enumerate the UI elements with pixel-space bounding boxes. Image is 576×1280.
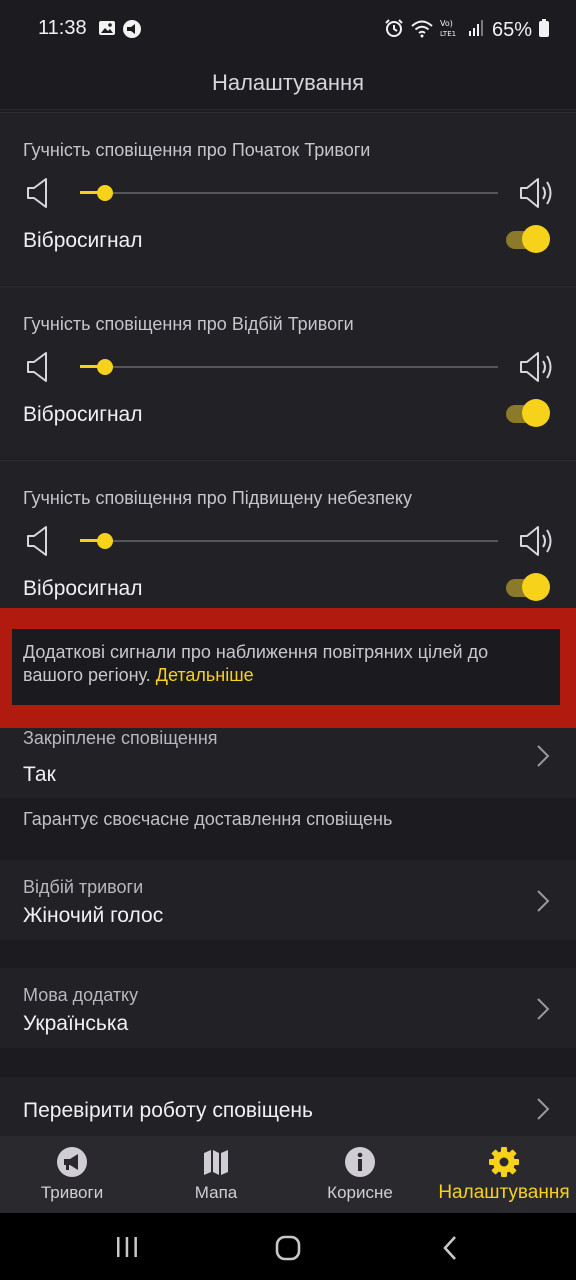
gear-icon bbox=[488, 1146, 520, 1178]
svg-text:LTE1: LTE1 bbox=[440, 30, 456, 38]
nav-alerts[interactable]: Тривоги bbox=[0, 1136, 144, 1213]
vibration-label: Вібросигнал bbox=[23, 229, 143, 252]
recent-apps-button[interactable] bbox=[114, 1235, 140, 1264]
pinned-notification-row[interactable]: Закріплене сповіщення Так bbox=[0, 728, 576, 798]
volume-slider[interactable] bbox=[80, 359, 498, 375]
chevron-right-icon bbox=[536, 889, 550, 918]
vibration-label: Вібросигнал bbox=[23, 577, 143, 600]
status-time: 11:38 bbox=[38, 17, 87, 39]
volume-slider[interactable] bbox=[80, 185, 498, 201]
battery-percent: 65% bbox=[492, 19, 533, 41]
vibration-toggle[interactable] bbox=[506, 225, 550, 253]
all-clear-volume-section: Гучність сповіщення про Відбій Тривоги В… bbox=[0, 286, 576, 459]
nav-label: Тривоги bbox=[40, 1183, 104, 1202]
megaphone-notification-icon bbox=[122, 19, 142, 44]
details-link[interactable]: Детальніше bbox=[156, 665, 254, 685]
page-title: Налаштування bbox=[211, 70, 365, 95]
volume-low-icon bbox=[26, 177, 50, 214]
row-value: Українська bbox=[23, 1012, 129, 1035]
volume-slider[interactable] bbox=[80, 533, 498, 549]
vibration-label: Вібросигнал bbox=[23, 403, 143, 426]
banner-message: Додаткові сигнали про наближення повітря… bbox=[23, 642, 489, 685]
volume-high-icon bbox=[519, 176, 555, 215]
toggle-knob bbox=[522, 573, 550, 601]
alarm-icon bbox=[384, 18, 404, 43]
row-value: Так bbox=[23, 763, 56, 786]
banner-text: Додаткові сигнали про наближення повітря… bbox=[23, 641, 553, 687]
row-label: Перевірити роботу сповіщень bbox=[23, 1099, 313, 1122]
test-notifications-row[interactable]: Перевірити роботу сповіщень bbox=[0, 1077, 576, 1136]
volume-low-icon bbox=[26, 525, 50, 562]
bottom-nav: Тривоги Мапа Корисне Налаштування bbox=[0, 1136, 576, 1213]
volume-high-icon bbox=[519, 350, 555, 389]
battery-icon bbox=[538, 18, 550, 43]
section-title: Гучність сповіщення про Підвищену небезп… bbox=[23, 488, 412, 508]
info-banner: Додаткові сигнали про наближення повітря… bbox=[12, 629, 560, 705]
home-button[interactable] bbox=[274, 1234, 302, 1267]
map-icon bbox=[200, 1146, 232, 1178]
toggle-knob bbox=[522, 399, 550, 427]
volume-low-icon bbox=[26, 351, 50, 388]
wifi-icon bbox=[410, 18, 434, 43]
app-header: Налаштування bbox=[0, 58, 576, 110]
all-clear-voice-row[interactable]: Відбій тривоги Жіночий голос bbox=[0, 860, 576, 940]
volume-high-icon bbox=[519, 524, 555, 563]
back-button[interactable] bbox=[440, 1234, 460, 1267]
chevron-right-icon bbox=[536, 1097, 550, 1126]
system-navigation-bar bbox=[0, 1213, 576, 1280]
vibration-toggle[interactable] bbox=[506, 573, 550, 601]
highlight-frame: Додаткові сигнали про наближення повітря… bbox=[0, 608, 576, 728]
nav-useful[interactable]: Корисне bbox=[288, 1136, 432, 1213]
gallery-icon bbox=[98, 19, 116, 44]
danger-volume-section: Гучність сповіщення про Підвищену небезп… bbox=[0, 460, 576, 608]
chevron-right-icon bbox=[536, 997, 550, 1026]
signal-icon bbox=[468, 19, 484, 42]
slider-thumb[interactable] bbox=[97, 359, 114, 375]
nav-label: Корисне bbox=[327, 1183, 393, 1202]
section-title: Гучність сповіщення про Відбій Тривоги bbox=[23, 314, 354, 334]
slider-thumb[interactable] bbox=[97, 533, 114, 549]
app-language-row[interactable]: Мова додатку Українська bbox=[0, 968, 576, 1048]
status-bar: 11:38 Vo) LTE1 65% bbox=[0, 0, 576, 58]
nav-settings[interactable]: Налаштування bbox=[432, 1136, 576, 1213]
pinned-hint: Гарантує своєчасне доставлення сповіщень bbox=[23, 809, 393, 829]
toggle-knob bbox=[522, 225, 550, 253]
megaphone-icon bbox=[56, 1146, 88, 1178]
nav-label: Налаштування bbox=[438, 1182, 570, 1203]
section-title: Гучність сповіщення про Початок Тривоги bbox=[23, 140, 371, 160]
slider-thumb[interactable] bbox=[97, 185, 114, 201]
nav-label: Мапа bbox=[194, 1183, 238, 1202]
row-label: Мова додатку bbox=[23, 985, 139, 1005]
nav-map[interactable]: Мапа bbox=[144, 1136, 288, 1213]
vibration-toggle[interactable] bbox=[506, 399, 550, 427]
row-value: Жіночий голос bbox=[23, 904, 164, 927]
volte-icon: Vo) LTE1 bbox=[440, 18, 462, 43]
chevron-right-icon bbox=[536, 744, 550, 773]
svg-text:Vo): Vo) bbox=[440, 19, 453, 28]
row-label: Відбій тривоги bbox=[23, 877, 144, 897]
info-icon bbox=[344, 1146, 376, 1178]
start-alert-volume-section: Гучність сповіщення про Початок Тривоги … bbox=[0, 112, 576, 285]
row-label: Закріплене сповіщення bbox=[23, 728, 218, 748]
